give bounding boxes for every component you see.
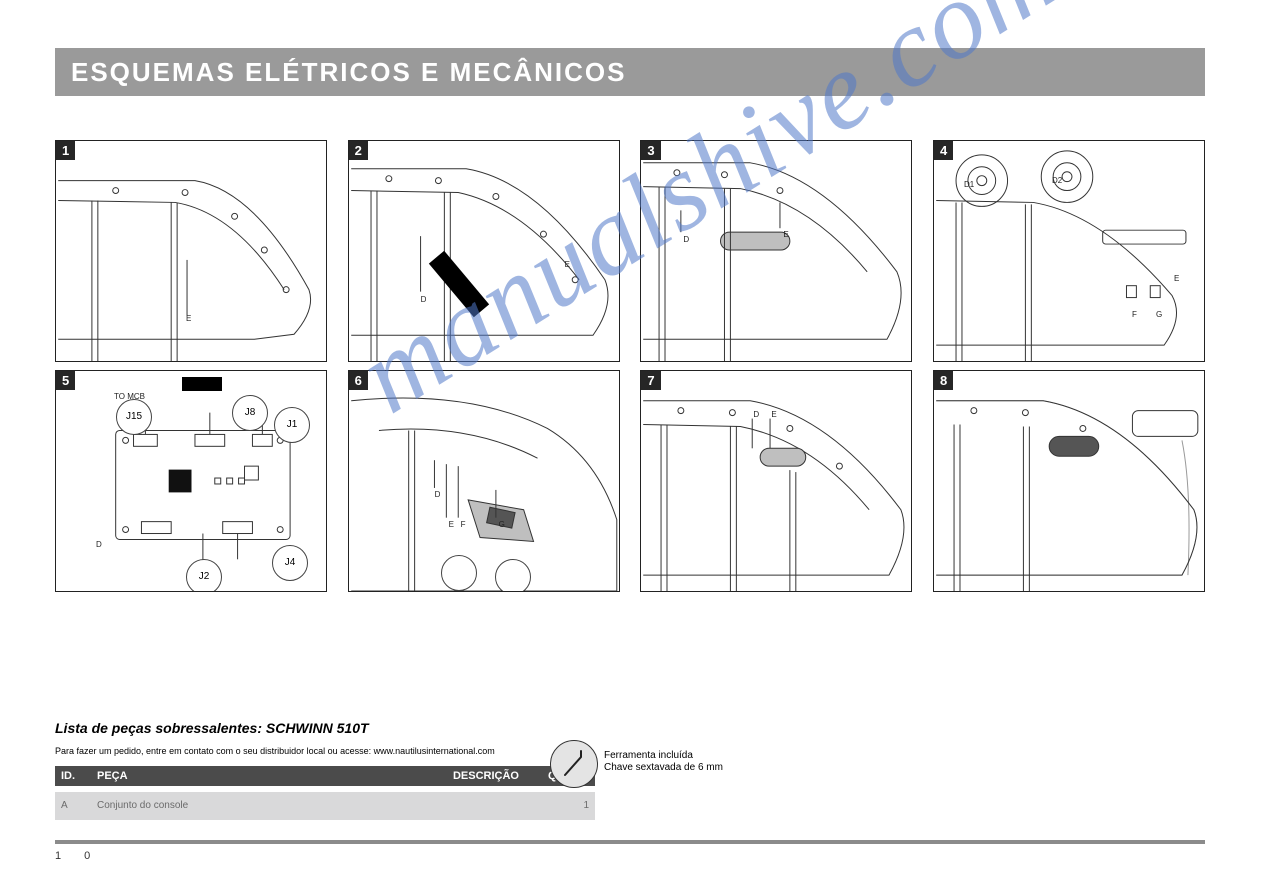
callout-blank-1 [441,555,477,591]
parts-header-row: ID. PEÇA DESCRIÇÃO QUANT. [55,766,595,786]
callout-j1: J1 [274,407,310,443]
step-badge: 7 [641,371,660,390]
step-badge: 6 [349,371,368,390]
callout-j8: J8 [232,395,268,431]
step-badge: 4 [934,141,953,160]
label-g: G [499,521,505,529]
tool-label: Ferramenta incluída Chave sextavada de 6… [604,750,734,774]
diagram-step-6: 6 D E F G [348,370,620,592]
bottom-rule [55,840,1205,844]
step-badge: 8 [934,371,953,390]
label-e: E [771,411,776,419]
col-header-peca: PEÇA [97,770,439,782]
label-e: E [449,521,454,529]
line-art [641,141,911,361]
diagram-step-2: 2 D E [348,140,620,362]
line-art [349,371,619,591]
cell-id: A [61,800,97,811]
label-d: D [435,491,441,499]
line-art [641,371,911,591]
label-f: F [1132,311,1137,319]
label-d: D [753,411,759,419]
label-e: E [565,261,570,269]
black-strip [182,377,222,391]
diagram-step-5: 5 TO MCB D J15 J8 J1 J4 J2 [55,370,327,592]
label-f: F [461,521,466,529]
page-number: 1 0 [55,850,100,862]
tool-icon [550,740,598,788]
parts-section: Lista de peças sobressalentes: SCHWINN 5… [55,720,595,820]
label-e: E [783,231,788,239]
step-badge: 2 [349,141,368,160]
cell-peca: Conjunto do console [97,800,439,811]
diagram-step-3: 3 D E [640,140,912,362]
diagram-step-1: 1 E [55,140,327,362]
diagram-step-4: 4 D1 D2 E F G [933,140,1205,362]
label-d: D [421,296,427,304]
line-art [934,141,1204,361]
col-header-id: ID. [61,770,97,782]
page-area: ESQUEMAS ELÉTRICOS E MECÂNICOS 1 E 2 D E [55,48,1205,592]
cell-quant: 1 [529,800,589,811]
step-badge: 5 [56,371,75,390]
parts-row: A Conjunto do console 1 [55,792,595,820]
col-header-desc: DESCRIÇÃO [439,770,529,782]
callout-j2: J2 [186,559,222,592]
diagram-grid: 1 E 2 D E [55,140,1205,592]
section-title-bar: ESQUEMAS ELÉTRICOS E MECÂNICOS [55,48,1205,96]
line-art [349,141,619,361]
label-g: G [1156,311,1162,319]
label-e: E [186,315,191,323]
label-d: D [96,541,102,549]
step-badge: 3 [641,141,660,160]
callout-j15: J15 [116,399,152,435]
diagram-step-8: 8 [933,370,1205,592]
section-title: ESQUEMAS ELÉTRICOS E MECÂNICOS [71,57,627,87]
step-badge: 1 [56,141,75,160]
label-d2: D2 [1052,177,1062,185]
line-art [934,371,1204,591]
label-e: E [1174,275,1179,283]
diagram-step-7: 7 D E [640,370,912,592]
callout-blank-2 [495,559,531,592]
label-d: D [683,236,689,244]
parts-heading: Lista de peças sobressalentes: SCHWINN 5… [55,720,595,736]
label-d1: D1 [964,181,974,189]
callout-j4: J4 [272,545,308,581]
parts-note: Para fazer um pedido, entre em contato c… [55,746,595,758]
line-art [56,141,326,361]
